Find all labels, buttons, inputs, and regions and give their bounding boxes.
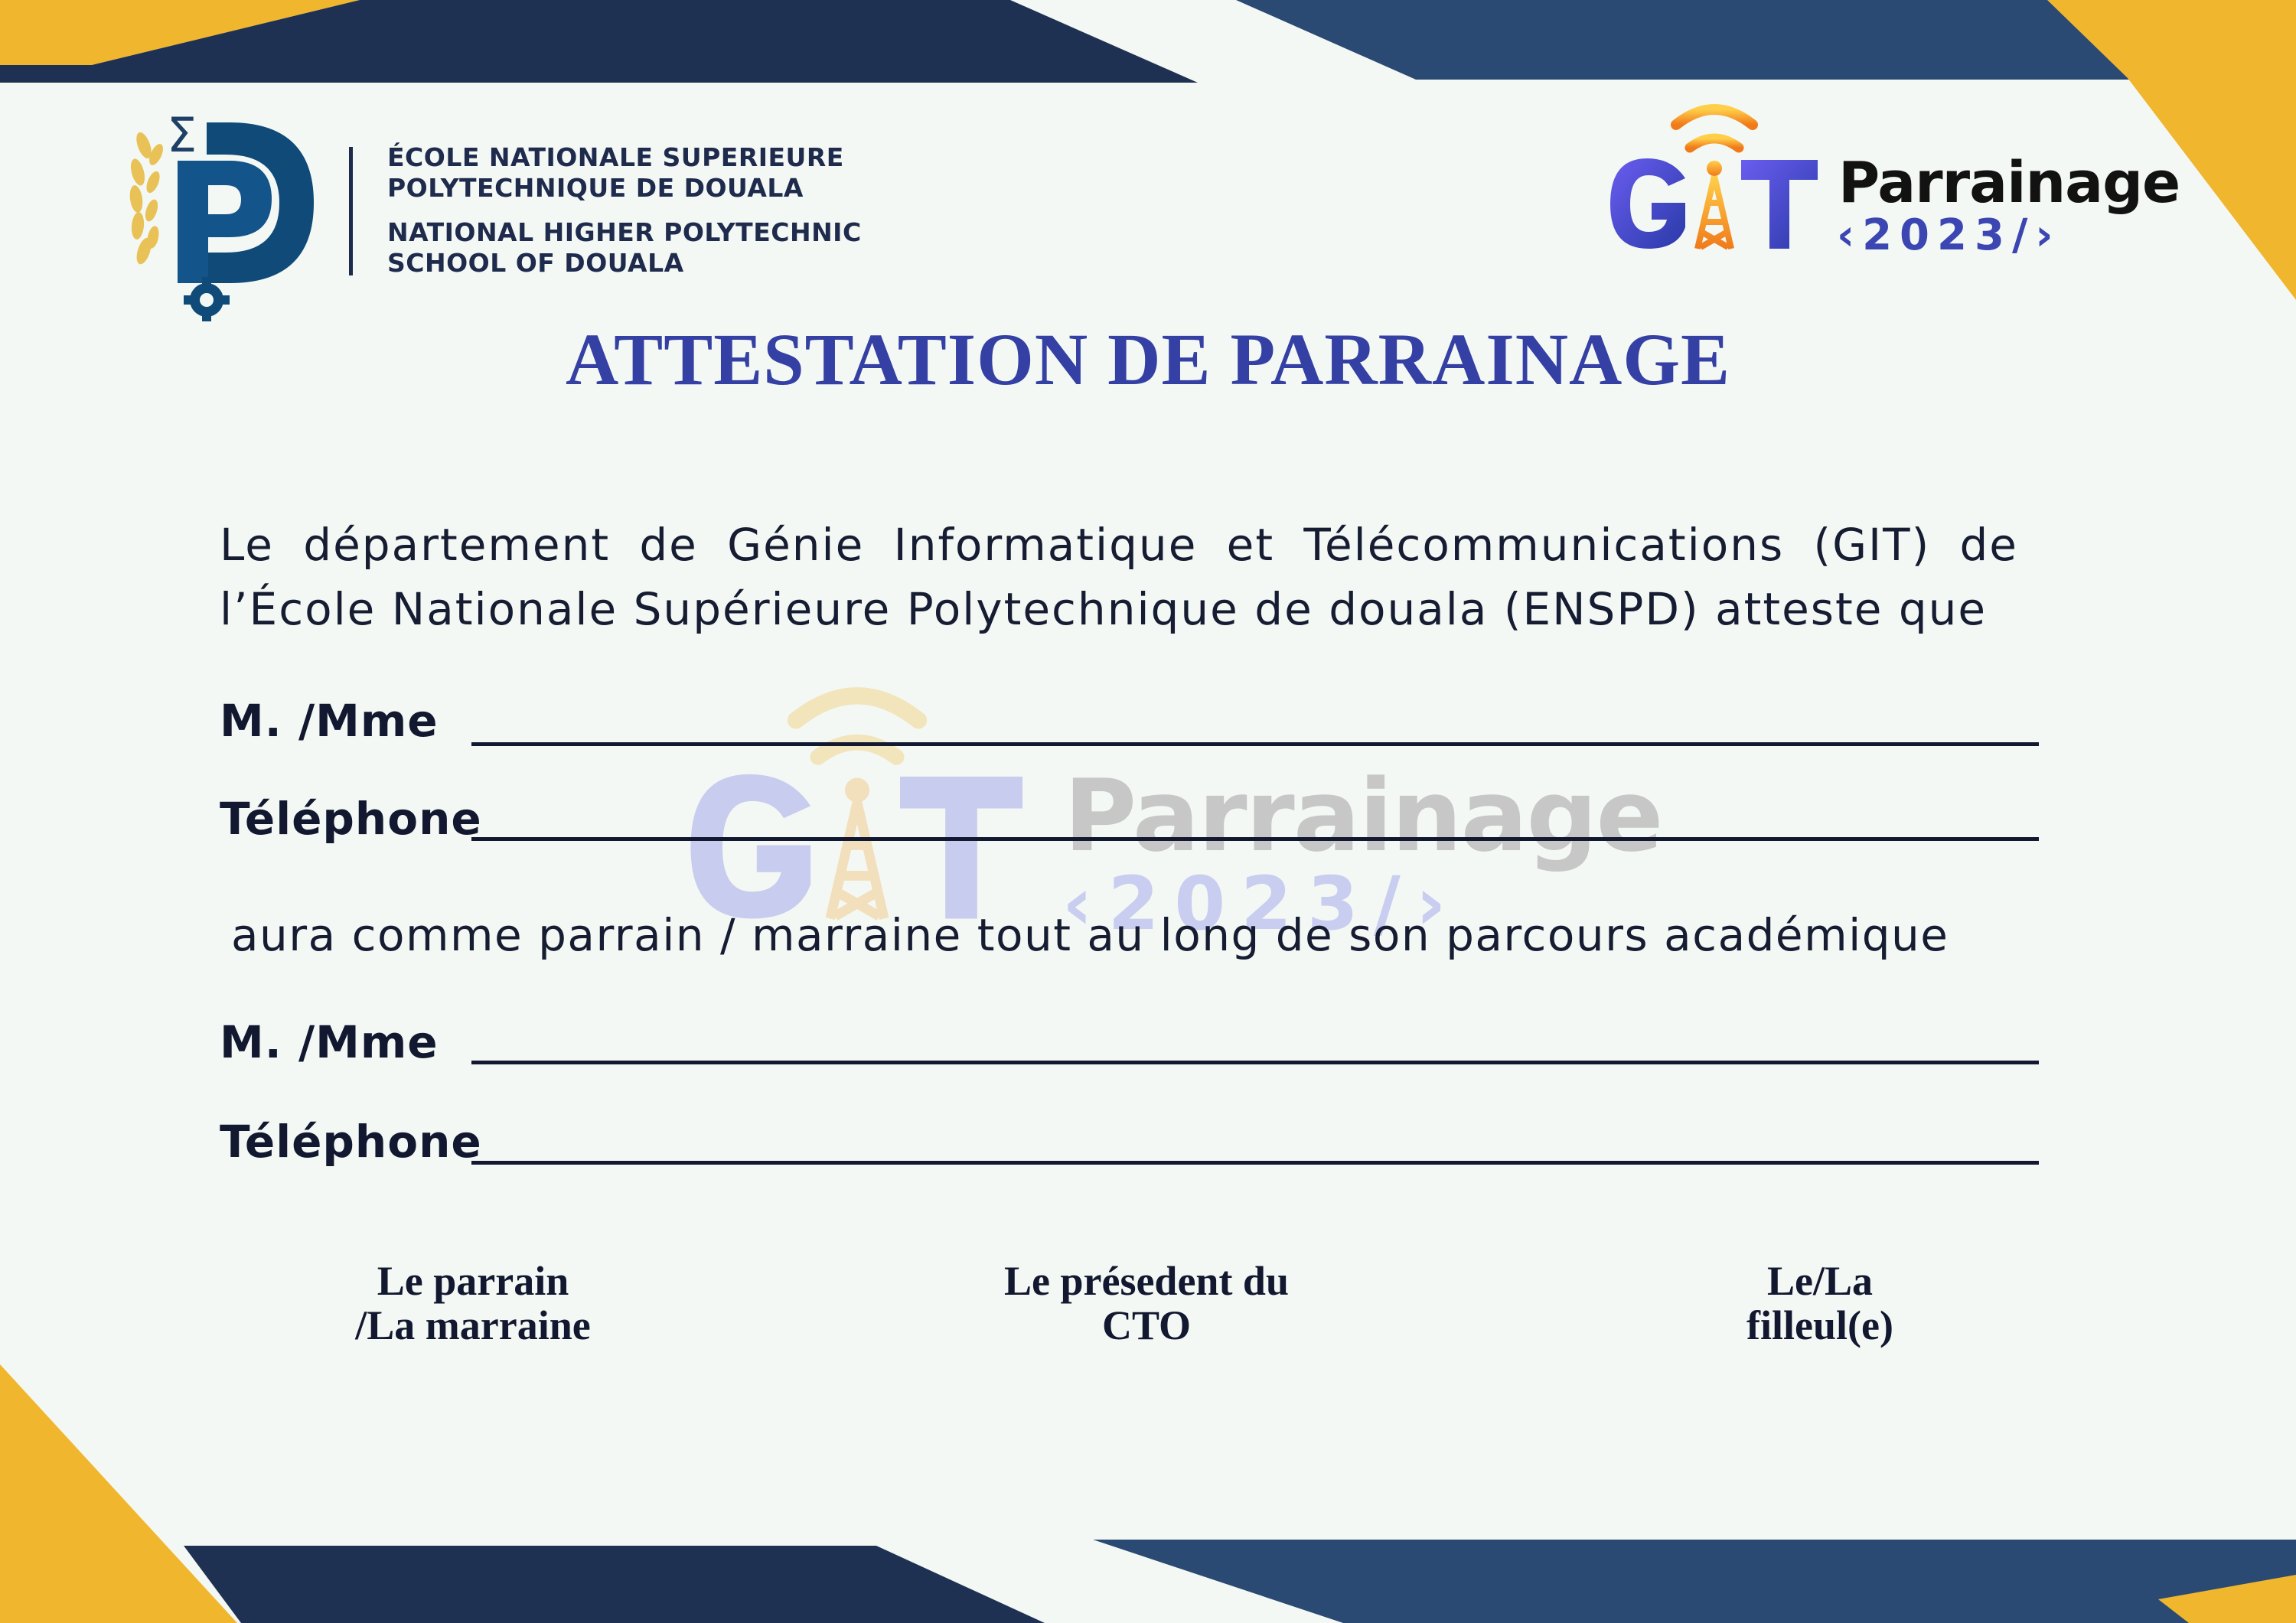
signature-president-line2: CTO <box>1101 1302 1192 1348</box>
school-name-en-line2: SCHOOL OF DOUALA <box>387 248 684 278</box>
watermark-git-logo-icon <box>690 687 1022 921</box>
intro-line-1: Le département de Génie Informatique et … <box>220 519 2018 571</box>
git-logo-icon <box>1610 104 1818 250</box>
school-name-en-line1: NATIONAL HIGHER POLYTECHNIC <box>387 217 862 247</box>
event-logo-word: Parrainage <box>1838 150 2180 216</box>
parrain-name-label: M. /Mme <box>220 1016 439 1068</box>
event-logo-year: ‹2023/› <box>1837 210 2061 260</box>
frame-top-right-blue <box>1236 0 2131 80</box>
school-name-fr-line1: ÉCOLE NATIONALE SUPERIEURE <box>387 142 844 172</box>
intro-line-2: l’École Nationale Supérieure Polytechniq… <box>220 583 1988 635</box>
filleul-name-field[interactable] <box>471 742 2039 746</box>
svg-text:Σ: Σ <box>167 107 197 163</box>
signature-filleul: Le/La filleul(e) <box>1606 1259 2034 1348</box>
header-divider <box>349 147 353 275</box>
watermark-word: Parrainage <box>1064 758 1664 874</box>
school-name-fr-line2: POLYTECHNIQUE DE DOUALA <box>387 173 804 203</box>
filleul-phone-field[interactable] <box>471 837 2039 841</box>
page-title: ATTESTATION DE PARRAINAGE <box>565 318 1731 400</box>
filleul-name-label: M. /Mme <box>220 695 439 747</box>
filleul-phone-label: Téléphone <box>220 793 482 845</box>
signature-parrain: Le parrain /La marraine <box>259 1259 687 1348</box>
sponsorship-statement: aura comme parrain / marraine tout au lo… <box>231 909 1949 961</box>
attestation-page: Σ ÉCOLE NATIONALE SUPERIEURE POLYTECHNIQ… <box>0 0 2296 1623</box>
signature-filleul-line1: Le/La <box>1766 1258 1873 1304</box>
parrain-name-field[interactable] <box>471 1061 2039 1064</box>
signature-president: Le présedent du CTO <box>932 1259 1361 1348</box>
school-name-gap <box>387 204 862 217</box>
signature-parrain-line1: Le parrain <box>377 1258 569 1304</box>
parrain-phone-field[interactable] <box>471 1161 2039 1165</box>
school-name: ÉCOLE NATIONALE SUPERIEURE POLYTECHNIQUE… <box>387 142 862 279</box>
enspd-logo-icon: Σ <box>129 107 314 321</box>
parrain-phone-label: Téléphone <box>220 1116 482 1168</box>
frame-bottom-right-blue <box>1093 1540 2296 1623</box>
frame-bottom-left-navy <box>184 1546 1045 1623</box>
signature-president-line1: Le présedent du <box>1003 1258 1289 1304</box>
frame-bottom-left-yellow <box>0 1364 237 1623</box>
signature-parrain-line2: /La marraine <box>355 1302 591 1348</box>
signature-filleul-line2: filleul(e) <box>1746 1302 1893 1348</box>
intro-paragraph: Le département de Génie Informatique et … <box>220 513 2018 641</box>
